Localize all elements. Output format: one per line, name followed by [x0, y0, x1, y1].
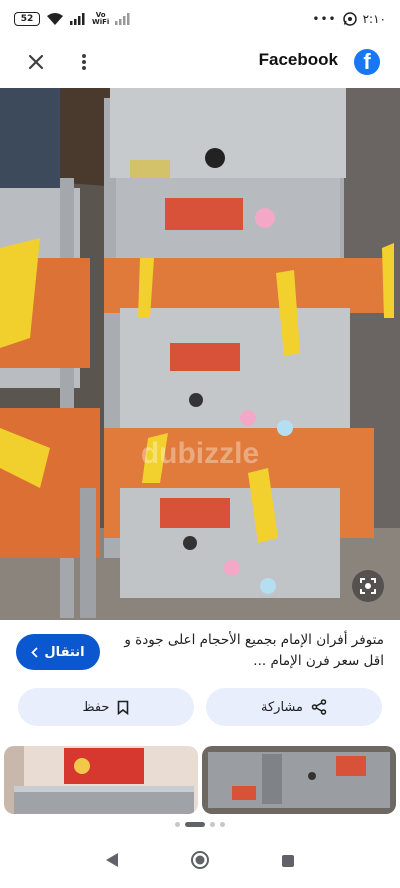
- google-lens-result-screen: 52 Vo WiFi ••• ٢:١٠ Facebook f dubizzle …: [0, 0, 400, 888]
- recents-button[interactable]: [281, 853, 295, 872]
- signal-icon: [70, 13, 85, 25]
- more-vert-icon: [82, 54, 86, 70]
- pager-dot: [220, 822, 225, 827]
- lens-search-button[interactable]: [352, 570, 384, 602]
- share-label: مشاركة: [261, 699, 303, 715]
- site-name[interactable]: Facebook: [259, 50, 338, 70]
- battery-icon: 52: [14, 12, 40, 26]
- pager-dot: [210, 822, 215, 827]
- related-image-1[interactable]: [4, 746, 198, 814]
- facebook-logo-icon: f: [354, 49, 380, 75]
- vowifi-bottom: WiFi: [92, 18, 110, 26]
- pager-dot-active: [185, 822, 205, 827]
- top-bar: Facebook f: [0, 38, 400, 86]
- signal-icon-2: [115, 13, 130, 25]
- share-icon: [311, 699, 327, 715]
- home-button[interactable]: [190, 850, 210, 874]
- more-options-button[interactable]: [64, 42, 104, 82]
- pager-dot: [175, 822, 180, 827]
- watermark: dubizzle: [141, 437, 259, 470]
- status-left: 52 Vo WiFi: [14, 12, 131, 26]
- recents-square-icon: [281, 854, 294, 867]
- wifi-icon: [47, 13, 63, 25]
- home-circle-icon: [190, 851, 209, 869]
- bookmark-icon: [118, 700, 129, 715]
- whatsapp-icon: [342, 12, 357, 26]
- save-button[interactable]: حفظ: [18, 688, 194, 726]
- visit-button[interactable]: انتقال: [16, 634, 100, 670]
- lens-icon: [360, 578, 376, 594]
- related-image-1-drawing: [4, 746, 198, 814]
- status-bar: 52 Vo WiFi ••• ٢:١٠: [0, 0, 400, 38]
- close-button[interactable]: [16, 42, 56, 82]
- system-nav-bar: [0, 836, 400, 888]
- vowifi-indicator: Vo WiFi: [92, 12, 109, 26]
- chevron-left-icon: [31, 646, 39, 658]
- result-caption: متوفر أفران الإمام بجميع الأحجام اعلى جو…: [124, 632, 384, 669]
- related-image-2[interactable]: [202, 746, 396, 814]
- clock: ٢:١٠: [362, 12, 386, 26]
- close-icon: [28, 54, 44, 70]
- visit-label: انتقال: [44, 644, 85, 660]
- save-label: حفظ: [82, 699, 110, 715]
- notification-dots: •••: [312, 12, 337, 26]
- carousel-indicator: [0, 822, 400, 827]
- status-right: ••• ٢:١٠: [312, 12, 386, 26]
- back-triangle-icon: [106, 853, 119, 867]
- facebook-logo-letter: f: [363, 49, 371, 74]
- product-image[interactable]: dubizzle: [0, 88, 400, 620]
- back-button[interactable]: [105, 852, 119, 872]
- product-photo-drawing: dubizzle: [0, 88, 400, 620]
- share-button[interactable]: مشاركة: [206, 688, 382, 726]
- related-image-2-drawing: [202, 746, 396, 814]
